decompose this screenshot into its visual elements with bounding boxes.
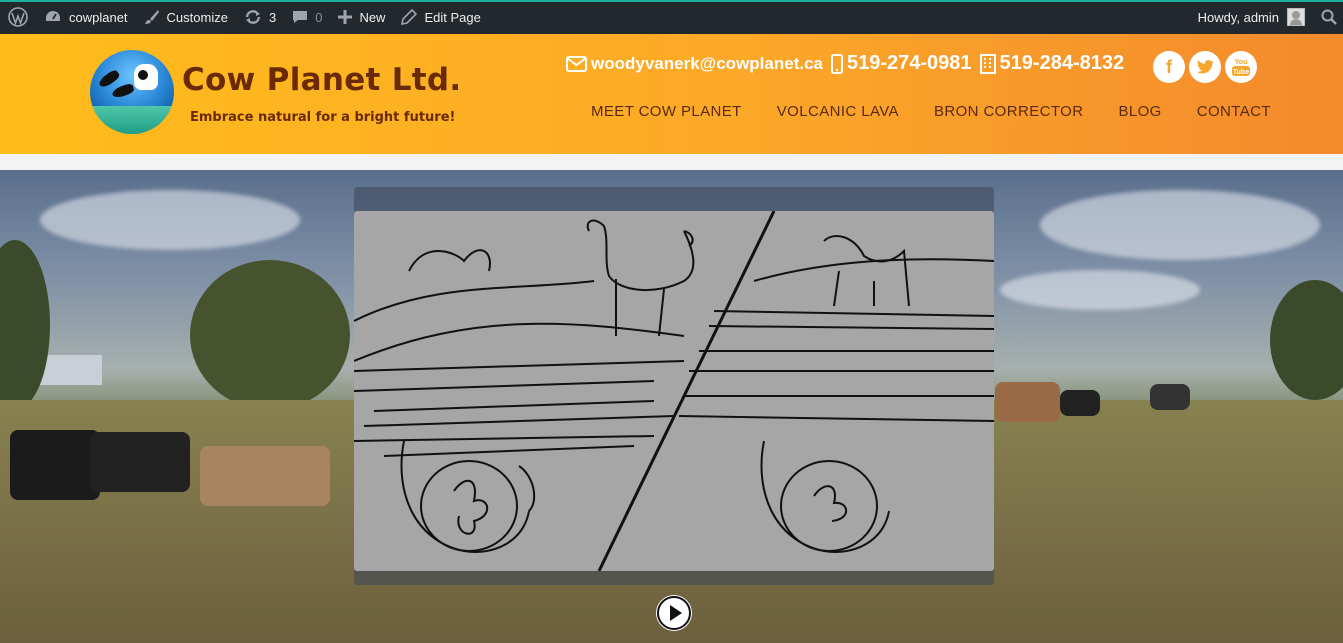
comment-icon (293, 11, 308, 23)
logo-icon[interactable] (90, 50, 174, 134)
edit-page-label: Edit Page (424, 9, 481, 25)
youtube-icon[interactable]: You Tube (1225, 51, 1257, 83)
updates-link[interactable]: 3 (236, 0, 284, 34)
updates-count: 3 (268, 9, 277, 25)
site-header: Cow Planet Ltd. Embrace natural for a br… (0, 34, 1343, 154)
nav-bron-corrector[interactable]: BRON CORRECTOR (934, 103, 1084, 120)
nav-volcanic-lava[interactable]: VOLCANIC LAVA (777, 103, 899, 120)
social-links: f You Tube (1153, 51, 1261, 83)
pencil-icon (401, 9, 418, 25)
customize-label: Customize (166, 9, 228, 25)
email-text: woodyvanerk@cowplanet.ca (591, 53, 823, 73)
comments-count: 0 (315, 9, 323, 25)
facebook-icon[interactable]: f (1153, 51, 1185, 83)
dashboard-icon (46, 11, 60, 21)
office-contact[interactable]: 519-284-8132 (979, 52, 1125, 75)
hero-section (0, 170, 1343, 643)
play-icon (657, 596, 691, 630)
building-icon (979, 53, 996, 74)
play-button[interactable] (656, 595, 692, 631)
main-navigation: MEET COW PLANET VOLCANIC LAVA BRON CORRE… (591, 103, 1306, 120)
customize-link[interactable]: Customize (136, 0, 236, 34)
office-number: 519-284-8132 (999, 52, 1125, 74)
svg-text:You: You (1235, 59, 1248, 66)
contact-info: woodyvanerk@cowplanet.ca 519-274-0981 51… (566, 52, 1132, 75)
video-thumbnail[interactable] (354, 211, 994, 571)
site-name-label: cowplanet (69, 9, 128, 25)
brand-tagline: Embrace natural for a bright future! (190, 110, 456, 125)
site-name-link[interactable]: cowplanet (36, 0, 136, 34)
account-menu[interactable]: Howdy, admin (1190, 0, 1313, 34)
twitter-icon[interactable] (1189, 51, 1221, 83)
nav-meet-cow-planet[interactable]: MEET COW PLANET (591, 103, 742, 120)
wordpress-icon (8, 7, 28, 27)
search-button[interactable] (1313, 0, 1343, 34)
new-label: New (359, 9, 386, 25)
edit-page-link[interactable]: Edit Page (393, 0, 488, 34)
sketch-illustration-icon (354, 211, 994, 571)
admin-bar-accent (0, 0, 1343, 2)
admin-bar: cowplanet Customize 3 0 New Edit Page Ho… (0, 0, 1343, 34)
svg-text:Tube: Tube (1233, 69, 1249, 76)
comments-link[interactable]: 0 (284, 0, 330, 34)
nav-blog[interactable]: BLOG (1118, 103, 1161, 120)
email-contact[interactable]: woodyvanerk@cowplanet.ca (566, 54, 823, 74)
brush-icon (144, 10, 159, 24)
plus-icon (338, 10, 353, 24)
howdy-label: Howdy, admin (1197, 9, 1279, 25)
nav-contact[interactable]: CONTACT (1197, 103, 1271, 120)
updates-icon (245, 10, 261, 24)
brand-title[interactable]: Cow Planet Ltd. (182, 62, 462, 98)
mobile-phone-icon (830, 53, 843, 74)
avatar (1287, 8, 1305, 26)
mobile-contact[interactable]: 519-274-0981 (830, 52, 972, 75)
mobile-number: 519-274-0981 (846, 52, 972, 74)
search-icon (1321, 9, 1337, 25)
envelope-icon (566, 55, 587, 72)
wordpress-logo-button[interactable] (0, 0, 36, 34)
new-content-link[interactable]: New (330, 0, 393, 34)
